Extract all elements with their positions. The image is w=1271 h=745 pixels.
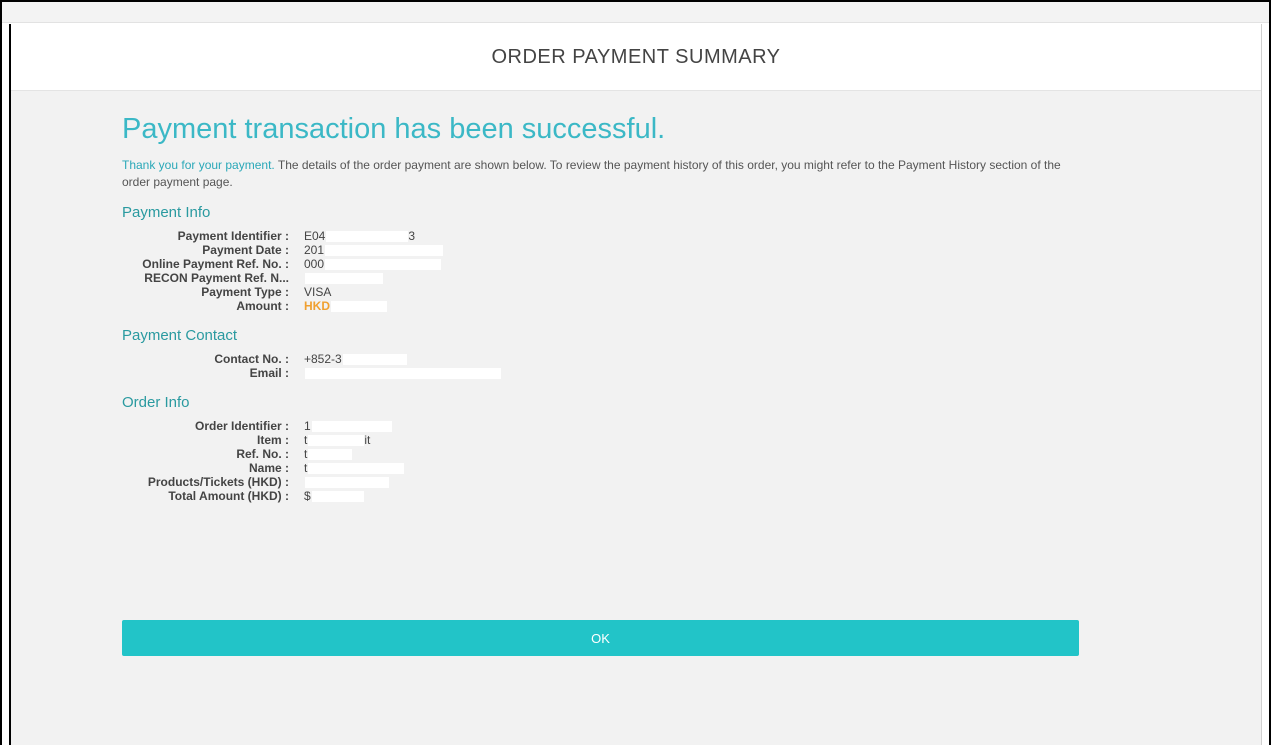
redaction — [308, 449, 353, 461]
row-label: Contact No. : — [214, 352, 289, 366]
value-tail: it — [364, 433, 371, 447]
order-info-title: Order Info — [122, 394, 190, 411]
row-value: t — [304, 461, 405, 475]
row-value: t it — [304, 433, 370, 447]
order-info-section: Order Info Order Identifier : 1 Item : t… — [122, 394, 1082, 503]
payment-contact-rows: Contact No. : +852-3 Email : — [122, 352, 1082, 380]
value-text: 1 — [304, 419, 311, 433]
row-label: Payment Date : — [202, 243, 289, 257]
payment-info-section: Payment Info Payment Identifier : E04 3 P… — [122, 204, 1082, 313]
payment-info-title: Payment Info — [122, 204, 211, 221]
top-strip — [2, 2, 1269, 23]
value-tail: 3 — [408, 229, 416, 243]
row-label: Item : — [256, 433, 289, 447]
info-row: Payment Identifier : E04 3 — [122, 229, 1082, 243]
value-text: E04 — [304, 229, 326, 243]
row-value: 000 — [304, 257, 442, 271]
order-info-rows: Order Identifier : 1 Item : t it Ref. No.… — [122, 419, 1082, 503]
row-label: Payment Identifier : — [177, 229, 289, 243]
info-row: Email : — [122, 366, 1082, 380]
info-row: Order Identifier : 1 — [122, 419, 1082, 433]
redaction — [342, 354, 407, 366]
row-label: Ref. No. : — [236, 447, 289, 461]
row-label: RECON Payment Ref. N... — [144, 271, 289, 285]
row-value: 201 — [304, 243, 444, 257]
info-row: Total Amount (HKD) : $ — [122, 489, 1082, 503]
value-text: t — [304, 461, 308, 475]
info-row: Payment Type : VISA — [122, 285, 1082, 299]
row-value — [304, 475, 389, 489]
redaction — [325, 245, 444, 257]
page-header: ORDER PAYMENT SUMMARY — [11, 24, 1261, 91]
value-text: HKD — [304, 299, 330, 313]
row-value: 1 — [304, 419, 392, 433]
redaction — [305, 368, 501, 380]
info-row: Ref. No. : t — [122, 447, 1082, 461]
row-label: Payment Type : — [201, 285, 289, 299]
value-text: +852-3 — [304, 352, 342, 366]
row-label: Online Payment Ref. No. : — [142, 257, 289, 271]
value-text: 201 — [304, 243, 325, 257]
row-value: +852-3 — [304, 352, 407, 366]
amount-value: HKD — [304, 299, 387, 313]
info-row: Products/Tickets (HKD) : — [122, 475, 1082, 489]
row-value: E04 3 — [304, 229, 415, 243]
row-label: Total Amount (HKD) : — [168, 489, 289, 503]
redaction — [311, 421, 392, 433]
payment-contact-title: Payment Contact — [122, 327, 238, 344]
info-row: Online Payment Ref. No. : 000 — [122, 257, 1082, 271]
payment-contact-section: Payment Contact Contact No. : +852-3 Ema… — [122, 327, 1082, 380]
row-label: Order Identifier : — [194, 419, 289, 433]
row-value — [304, 366, 501, 380]
ok-button[interactable]: OK — [122, 620, 1079, 656]
value-text: $ — [304, 489, 311, 503]
info-row: Payment Date : 201 — [122, 243, 1082, 257]
row-label: Products/Tickets (HKD) : — [147, 475, 289, 489]
row-label: Email : — [249, 366, 289, 380]
info-row: Contact No. : +852-3 — [122, 352, 1082, 366]
row-value: VISA — [304, 285, 332, 299]
value-text: 000 — [304, 257, 325, 271]
row-label: Name : — [248, 461, 289, 475]
redaction — [308, 435, 365, 447]
intro-text: Thank you for your payment. The details … — [122, 157, 1072, 191]
summary-inner: Payment transaction has been successful.… — [122, 109, 1082, 503]
summary-content: Payment transaction has been successful.… — [11, 91, 1261, 745]
info-row: Amount : HKD — [122, 299, 1082, 313]
row-value: $ — [304, 489, 364, 503]
page-title: ORDER PAYMENT SUMMARY — [491, 45, 781, 68]
redaction — [305, 273, 383, 285]
redaction — [308, 463, 405, 475]
redaction — [311, 491, 364, 503]
info-row: RECON Payment Ref. N... — [122, 271, 1082, 285]
success-heading: Payment transaction has been successful. — [122, 113, 666, 145]
redaction — [331, 301, 387, 313]
value-text: t — [304, 447, 308, 461]
row-value: t — [304, 447, 353, 461]
info-row: Name : t — [122, 461, 1082, 475]
redaction — [305, 477, 389, 489]
thank-you-text: Thank you for your payment. — [122, 158, 275, 172]
right-border — [1261, 24, 1262, 745]
row-label: Amount : — [236, 299, 289, 313]
info-row: Item : t it — [122, 433, 1082, 447]
redaction — [325, 259, 442, 271]
redaction — [326, 231, 409, 243]
row-value — [304, 271, 383, 285]
payment-info-rows: Payment Identifier : E04 3 Payment Date :… — [122, 229, 1082, 313]
value-text: t — [304, 433, 308, 447]
